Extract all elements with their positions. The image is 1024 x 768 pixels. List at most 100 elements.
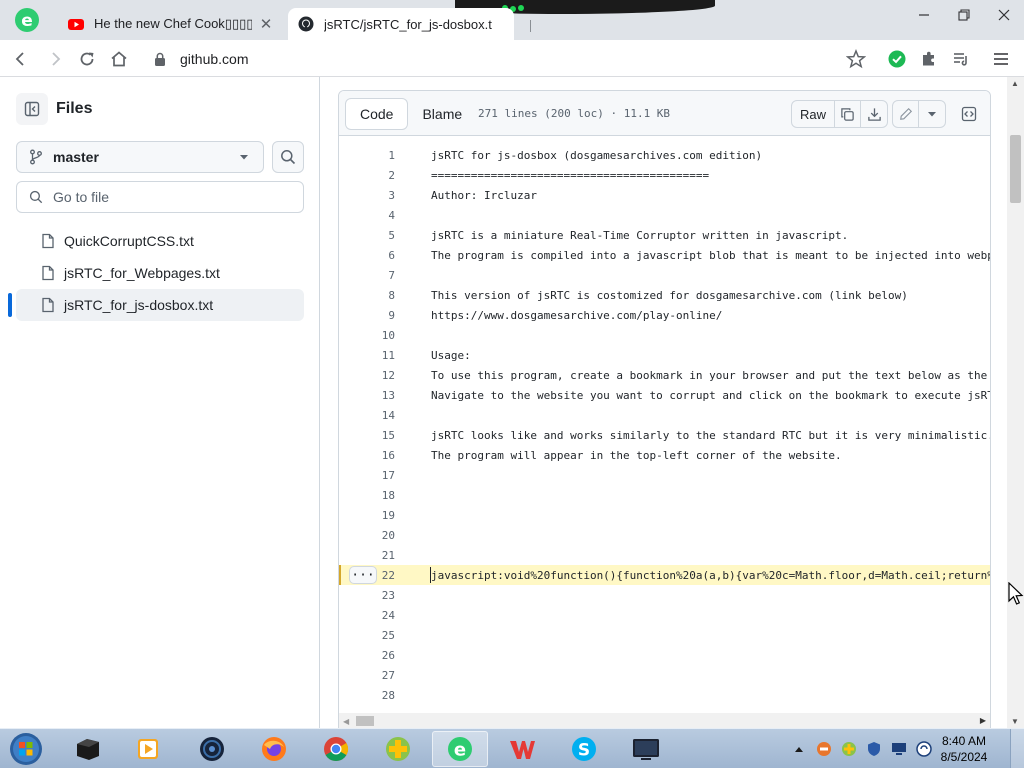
code-line[interactable]: 22 javascript:void%20function(){function%… <box>339 565 990 585</box>
taskbar-app-green-plus[interactable] <box>370 731 426 767</box>
address-bar[interactable]: github.com <box>140 44 878 74</box>
code-line[interactable]: 19 <box>339 505 990 525</box>
code-line[interactable]: 25 <box>339 625 990 645</box>
code-line[interactable]: 18 <box>339 485 990 505</box>
line-number[interactable]: 16 <box>339 449 395 462</box>
line-number[interactable]: 14 <box>339 409 395 422</box>
edit-file-button[interactable] <box>893 101 919 127</box>
code-line[interactable]: 17 <box>339 465 990 485</box>
code-line[interactable]: 10 <box>339 325 990 345</box>
taskbar-app-black-box[interactable] <box>60 731 116 767</box>
code-line[interactable]: 21 <box>339 545 990 565</box>
code-line[interactable]: 16 The program will appear in the top-lef… <box>339 445 990 465</box>
close-tab-icon[interactable]: ✕ <box>258 15 274 33</box>
taskbar-app-chrome[interactable] <box>308 731 364 767</box>
scroll-up-icon[interactable]: ▲ <box>1011 79 1019 88</box>
media-control-button[interactable] <box>950 48 972 70</box>
scroll-right-icon[interactable]: ▶ <box>980 716 986 725</box>
taskbar-app-monitor[interactable] <box>618 731 674 767</box>
search-files-button[interactable] <box>272 141 304 173</box>
code-line[interactable]: 3 Author: Ircluzar <box>339 185 990 205</box>
code-line[interactable]: 8 This version of jsRTC is costomized for… <box>339 285 990 305</box>
copy-raw-button[interactable] <box>835 101 862 127</box>
line-options-button[interactable]: ··· <box>349 566 377 584</box>
line-number[interactable]: 15 <box>339 429 395 442</box>
taskbar-app-media-player[interactable] <box>120 731 176 767</box>
edit-dropdown-button[interactable] <box>919 101 945 127</box>
minimize-button[interactable] <box>906 4 942 26</box>
line-number[interactable]: 17 <box>339 469 395 482</box>
extensions-button[interactable] <box>918 48 940 70</box>
taskbar-app-edge[interactable]: e <box>432 731 488 767</box>
show-hidden-icons-icon[interactable] <box>790 740 808 758</box>
line-number[interactable]: 25 <box>339 629 395 642</box>
code-line[interactable]: 11 Usage: <box>339 345 990 365</box>
line-number[interactable]: 18 <box>339 489 395 502</box>
code-line[interactable]: 7 <box>339 265 990 285</box>
code-line[interactable]: 12 To use this program, create a bookmark… <box>339 365 990 385</box>
reload-button[interactable] <box>74 46 100 72</box>
scroll-down-icon[interactable]: ▼ <box>1011 717 1019 726</box>
code-line[interactable]: 5 jsRTC is a miniature Real-Time Corrupto… <box>339 225 990 245</box>
tray-green-plus-icon[interactable] <box>840 740 858 758</box>
browser-menu-button[interactable] <box>990 48 1012 70</box>
line-number[interactable]: 10 <box>339 329 395 342</box>
branch-selector[interactable]: master <box>16 141 264 173</box>
page-scrollbar[interactable]: ▲ ▼ <box>1007 77 1024 728</box>
line-number[interactable]: 11 <box>339 349 395 362</box>
go-to-file-input[interactable]: Go to file <box>16 181 304 213</box>
code-line[interactable]: 2 =======================================… <box>339 165 990 185</box>
code-line[interactable]: 24 <box>339 605 990 625</box>
code-line[interactable]: 15 jsRTC looks like and works similarly t… <box>339 425 990 445</box>
line-number[interactable]: 21 <box>339 549 395 562</box>
code-line[interactable]: 1 jsRTC for js-dosbox (dosgamesarchives.c… <box>339 145 990 165</box>
file-item-quickcorruptcss[interactable]: QuickCorruptCSS.txt <box>16 225 304 257</box>
code-line[interactable]: 14 <box>339 405 990 425</box>
code-line[interactable]: 20 <box>339 525 990 545</box>
edge-logo-icon[interactable]: e <box>14 7 40 33</box>
extension-check-button[interactable] <box>886 48 908 70</box>
line-number[interactable]: 1 <box>339 149 395 162</box>
raw-button[interactable]: Raw <box>792 101 836 127</box>
line-number[interactable]: 12 <box>339 369 395 382</box>
code-line[interactable]: 6 The program is compiled into a javascri… <box>339 245 990 265</box>
code-line[interactable]: 27 <box>339 665 990 685</box>
taskbar-app-firefox[interactable] <box>246 731 302 767</box>
line-number[interactable]: 6 <box>339 249 395 262</box>
code-line[interactable]: 13 Navigate to the website you want to co… <box>339 385 990 405</box>
tab-youtube[interactable]: He the new Chef Cook▯▯▯▯ ✕ <box>58 8 284 40</box>
code-line[interactable]: 9 https://www.dosgamesarchive.com/play-on… <box>339 305 990 325</box>
security-shield-icon[interactable] <box>865 740 883 758</box>
code-line[interactable]: 26 <box>339 645 990 665</box>
network-monitor-icon[interactable] <box>890 740 908 758</box>
line-number[interactable]: 27 <box>339 669 395 682</box>
taskbar-app-globe[interactable] <box>184 731 240 767</box>
volume-icon[interactable] <box>915 740 933 758</box>
scrollbar-thumb[interactable] <box>1010 135 1021 203</box>
restore-button[interactable] <box>946 4 982 26</box>
download-button[interactable] <box>861 101 887 127</box>
collapse-sidebar-button[interactable] <box>16 93 48 125</box>
file-item-jsrtc-webpages[interactable]: jsRTC_for_Webpages.txt <box>16 257 304 289</box>
line-number[interactable]: 13 <box>339 389 395 402</box>
line-number[interactable]: 4 <box>339 209 395 222</box>
line-number[interactable]: 28 <box>339 689 395 702</box>
close-window-button[interactable] <box>986 4 1022 26</box>
line-number[interactable]: 26 <box>339 649 395 662</box>
code-tab-button[interactable]: Code <box>345 98 409 130</box>
symbols-panel-button[interactable] <box>955 100 983 128</box>
system-clock[interactable]: 8:40 AM 8/5/2024 <box>934 733 994 765</box>
code-line[interactable]: 4 <box>339 205 990 225</box>
code-line[interactable]: 28 <box>339 685 990 705</box>
back-button[interactable] <box>8 46 34 72</box>
tab-github[interactable]: jsRTC/jsRTC_for_js-dosbox.t <box>288 8 514 40</box>
home-button[interactable] <box>106 46 132 72</box>
line-number[interactable]: 9 <box>339 309 395 322</box>
scrollbar-thumb[interactable] <box>356 716 374 726</box>
horizontal-scrollbar[interactable]: ◀ ▶ <box>339 713 990 729</box>
scroll-left-icon[interactable]: ◀ <box>343 717 349 726</box>
line-number[interactable]: 19 <box>339 509 395 522</box>
line-number[interactable]: 5 <box>339 229 395 242</box>
line-number[interactable]: 23 <box>339 589 395 602</box>
blame-tab-button[interactable]: Blame <box>408 98 476 130</box>
